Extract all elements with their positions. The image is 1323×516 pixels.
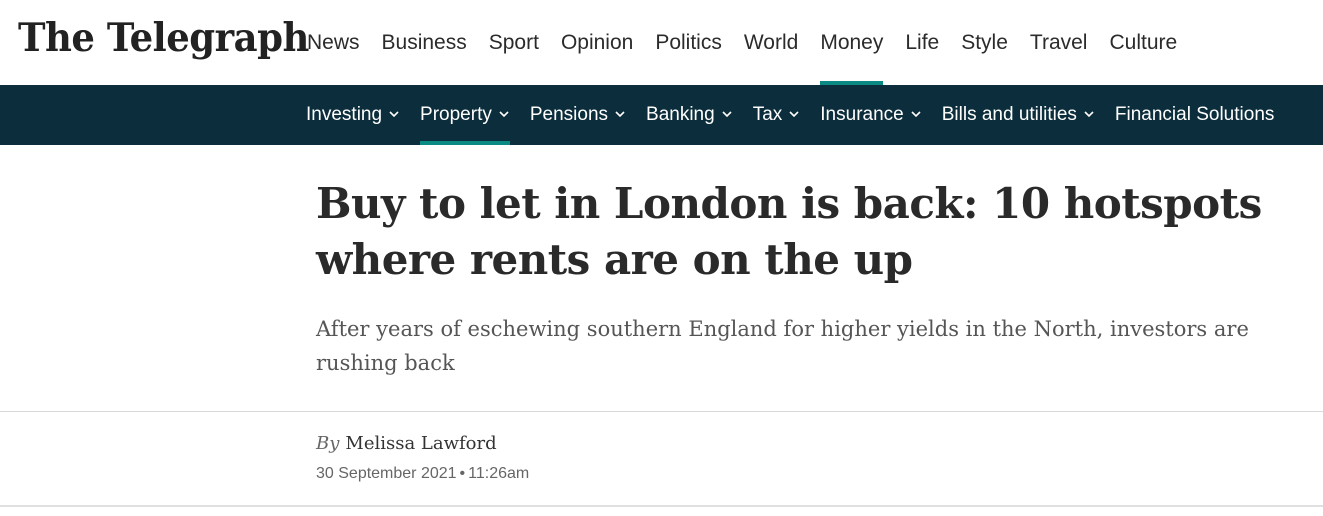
section-nav-label: Tax	[752, 104, 783, 125]
primary-nav: News Business Sport Opinion Politics Wor…	[296, 0, 1188, 85]
section-nav-label: Bills and utilities	[941, 104, 1077, 125]
publish-date: 30 September 2021	[316, 465, 457, 482]
section-nav-label: Insurance	[820, 104, 904, 125]
section-nav-item-insurance[interactable]: Insurance	[810, 85, 931, 145]
primary-nav-item-business[interactable]: Business	[371, 0, 478, 85]
section-nav-item-pensions[interactable]: Pensions	[520, 85, 636, 145]
primary-nav-item-money[interactable]: Money	[809, 0, 894, 85]
divider	[0, 411, 1323, 412]
primary-nav-item-news[interactable]: News	[296, 0, 371, 85]
byline-prefix: By	[316, 433, 340, 454]
primary-nav-item-sport[interactable]: Sport	[478, 0, 550, 85]
section-nav-item-banking[interactable]: Banking	[636, 85, 743, 145]
primary-nav-item-politics[interactable]: Politics	[644, 0, 733, 85]
chevron-down-icon	[789, 111, 799, 118]
section-nav-label: Investing	[306, 104, 383, 125]
chevron-down-icon	[389, 111, 399, 118]
section-nav-label: Property	[420, 104, 492, 125]
section-nav-label: Financial Solutions	[1114, 104, 1275, 125]
site-header: The Telegraph News Business Sport Opinio…	[0, 0, 1323, 85]
article-headline: Buy to let in London is back: 10 hotspot…	[316, 179, 1262, 284]
primary-nav-item-life[interactable]: Life	[894, 0, 950, 85]
divider	[0, 505, 1323, 507]
section-nav-item-bills-and-utilities[interactable]: Bills and utilities	[932, 85, 1105, 145]
section-nav-label: Banking	[646, 104, 715, 125]
section-nav-label: Pensions	[529, 104, 609, 125]
section-nav-bar: Investing Property Pensions Banking Tax …	[0, 85, 1323, 145]
chevron-down-icon	[911, 111, 921, 118]
primary-nav-item-style[interactable]: Style	[950, 0, 1019, 85]
article-standfirst: After years of eschewing southern Englan…	[316, 317, 1249, 375]
chevron-down-icon	[615, 111, 625, 118]
primary-nav-item-opinion[interactable]: Opinion	[550, 0, 644, 85]
chevron-down-icon	[722, 111, 732, 118]
primary-nav-item-world[interactable]: World	[733, 0, 809, 85]
primary-nav-item-travel[interactable]: Travel	[1019, 0, 1099, 85]
author-link[interactable]: Melissa Lawford	[345, 433, 496, 454]
section-nav-item-investing[interactable]: Investing	[296, 85, 410, 145]
date-separator: •	[459, 465, 466, 482]
byline: By Melissa Lawford	[316, 433, 497, 454]
section-nav-item-property[interactable]: Property	[410, 85, 520, 145]
primary-nav-item-culture[interactable]: Culture	[1098, 0, 1188, 85]
section-nav: Investing Property Pensions Banking Tax …	[296, 85, 1284, 145]
chevron-down-icon	[499, 111, 509, 118]
chevron-down-icon	[1084, 111, 1094, 118]
publish-dateline: 30 September 2021 • 11:26am	[316, 465, 529, 483]
section-nav-item-tax[interactable]: Tax	[743, 85, 811, 145]
publish-time: 11:26am	[468, 465, 530, 482]
site-logo[interactable]: The Telegraph	[18, 14, 309, 60]
section-nav-item-financial-solutions[interactable]: Financial Solutions	[1105, 85, 1284, 145]
